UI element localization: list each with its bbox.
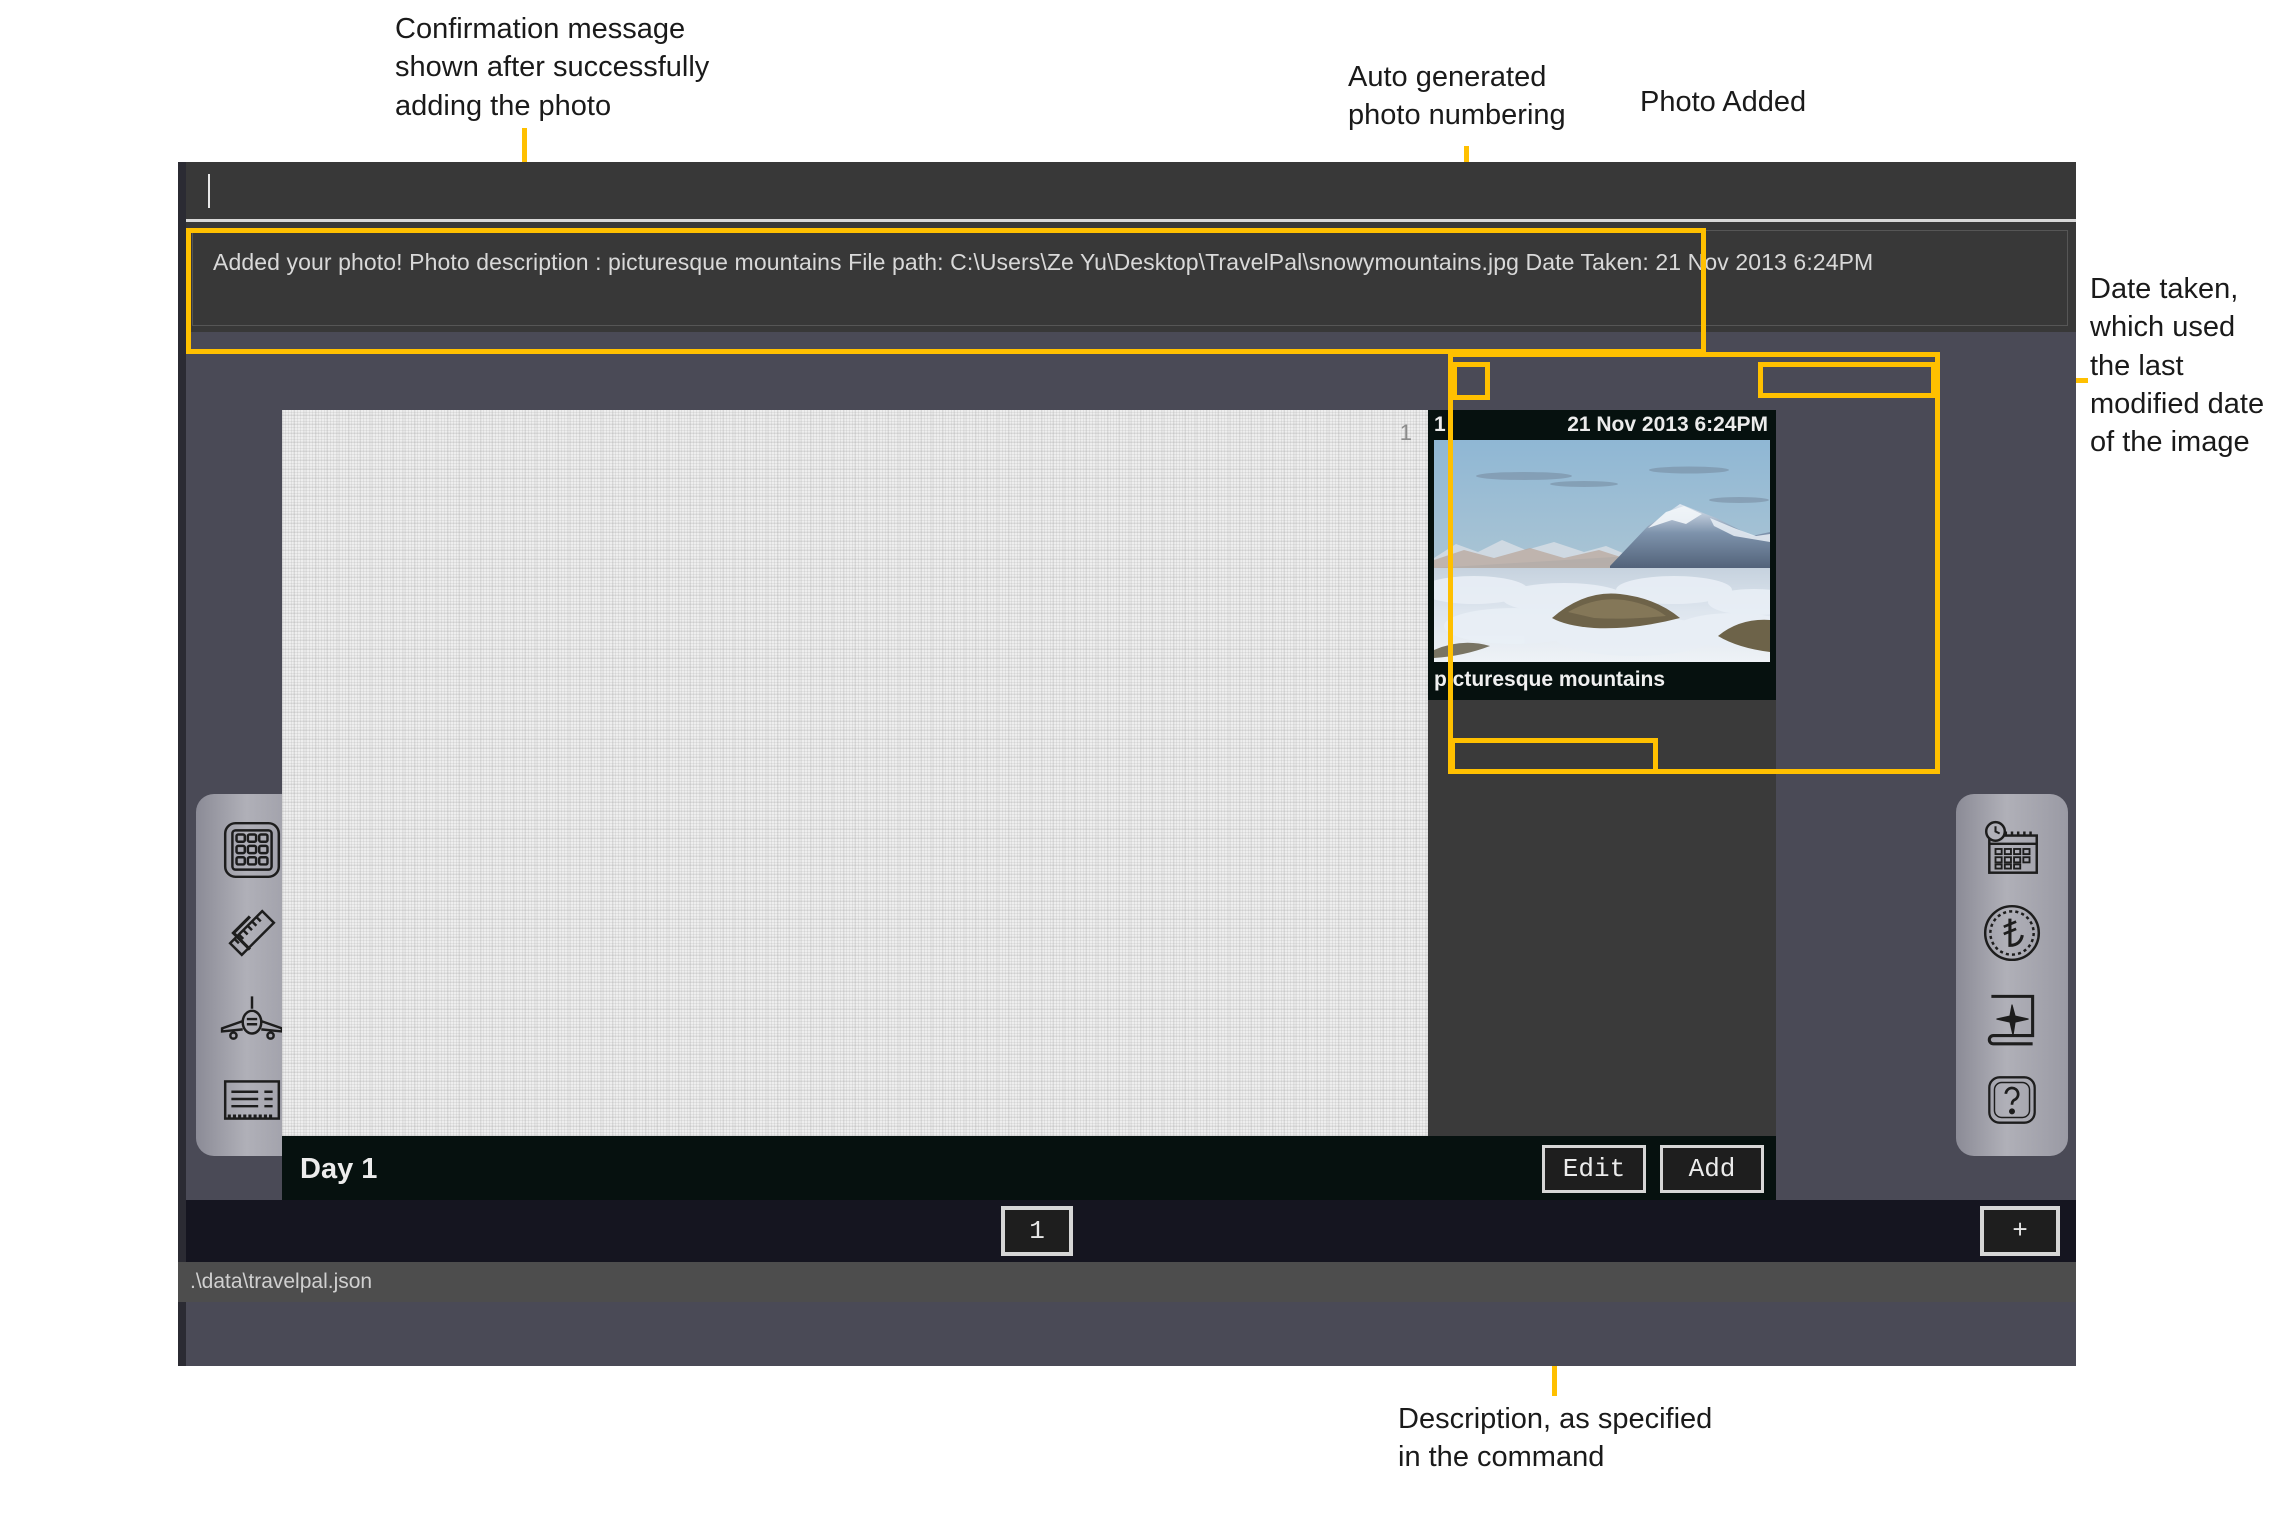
annotation-auto-numbering: Auto generated photo numbering bbox=[1348, 61, 1566, 132]
page-number-watermark: 1 bbox=[1399, 420, 1412, 445]
text-caret bbox=[208, 174, 210, 208]
ruler-icon[interactable] bbox=[216, 897, 288, 969]
ticket-icon[interactable] bbox=[216, 1064, 288, 1136]
airplane-icon[interactable] bbox=[216, 981, 288, 1053]
photo-card[interactable]: 1 21 Nov 2013 6:24PM picturesque mountai… bbox=[1428, 410, 1776, 700]
status-file-path: .\data\travelpal.json bbox=[190, 1270, 373, 1293]
day-actions: Edit Add bbox=[1542, 1145, 1764, 1193]
annotation-date-taken: Date taken, which used the last modified… bbox=[2090, 273, 2265, 459]
photo-date-taken: 21 Nov 2013 6:24PM bbox=[1567, 413, 1768, 436]
console-area: Added your photo! Photo description : pi… bbox=[186, 162, 2076, 332]
photo-card-header: 1 21 Nov 2013 6:24PM bbox=[1428, 410, 1776, 440]
add-button[interactable]: Add bbox=[1660, 1145, 1764, 1193]
travel-book-icon[interactable] bbox=[1976, 981, 2048, 1053]
page-pager-bar: 1 + bbox=[186, 1200, 2076, 1262]
command-output-text: Added your photo! Photo description : pi… bbox=[213, 249, 1874, 275]
pager-page-button-1[interactable]: 1 bbox=[1001, 1206, 1073, 1256]
photo-index-badge: 1 bbox=[1434, 413, 1446, 436]
currency-coin-icon[interactable] bbox=[1976, 897, 2048, 969]
photo-caption: picturesque mountains bbox=[1434, 668, 1666, 691]
right-sidebar bbox=[1956, 794, 2068, 1156]
command-input[interactable] bbox=[186, 162, 2076, 222]
pager-add-page-button[interactable]: + bbox=[1980, 1206, 2060, 1256]
annotation-confirmation-message: Confirmation message shown after success… bbox=[395, 13, 710, 122]
edit-button[interactable]: Edit bbox=[1542, 1145, 1646, 1193]
day-bar: Day 1 Edit Add bbox=[282, 1136, 1776, 1202]
travelpal-app-window: Added your photo! Photo description : pi… bbox=[178, 162, 2076, 1366]
calendar-clock-icon[interactable] bbox=[1976, 814, 2048, 886]
journal-page-canvas[interactable]: 1 bbox=[282, 410, 1428, 1136]
calculator-icon[interactable] bbox=[216, 814, 288, 886]
status-bar: .\data\travelpal.json bbox=[178, 1262, 2076, 1302]
day-title: Day 1 bbox=[300, 1152, 378, 1185]
command-output-box: Added your photo! Photo description : pi… bbox=[192, 230, 2068, 326]
window-left-edge-strip bbox=[178, 162, 186, 1366]
photo-thumbnail[interactable] bbox=[1434, 440, 1770, 662]
help-icon[interactable] bbox=[1976, 1064, 2048, 1136]
photo-panel: 1 21 Nov 2013 6:24PM picturesque mountai… bbox=[1428, 410, 1776, 1136]
annotation-photo-added: Photo Added bbox=[1640, 86, 1807, 118]
annotation-description: Description, as specified in the command bbox=[1398, 1403, 1713, 1474]
